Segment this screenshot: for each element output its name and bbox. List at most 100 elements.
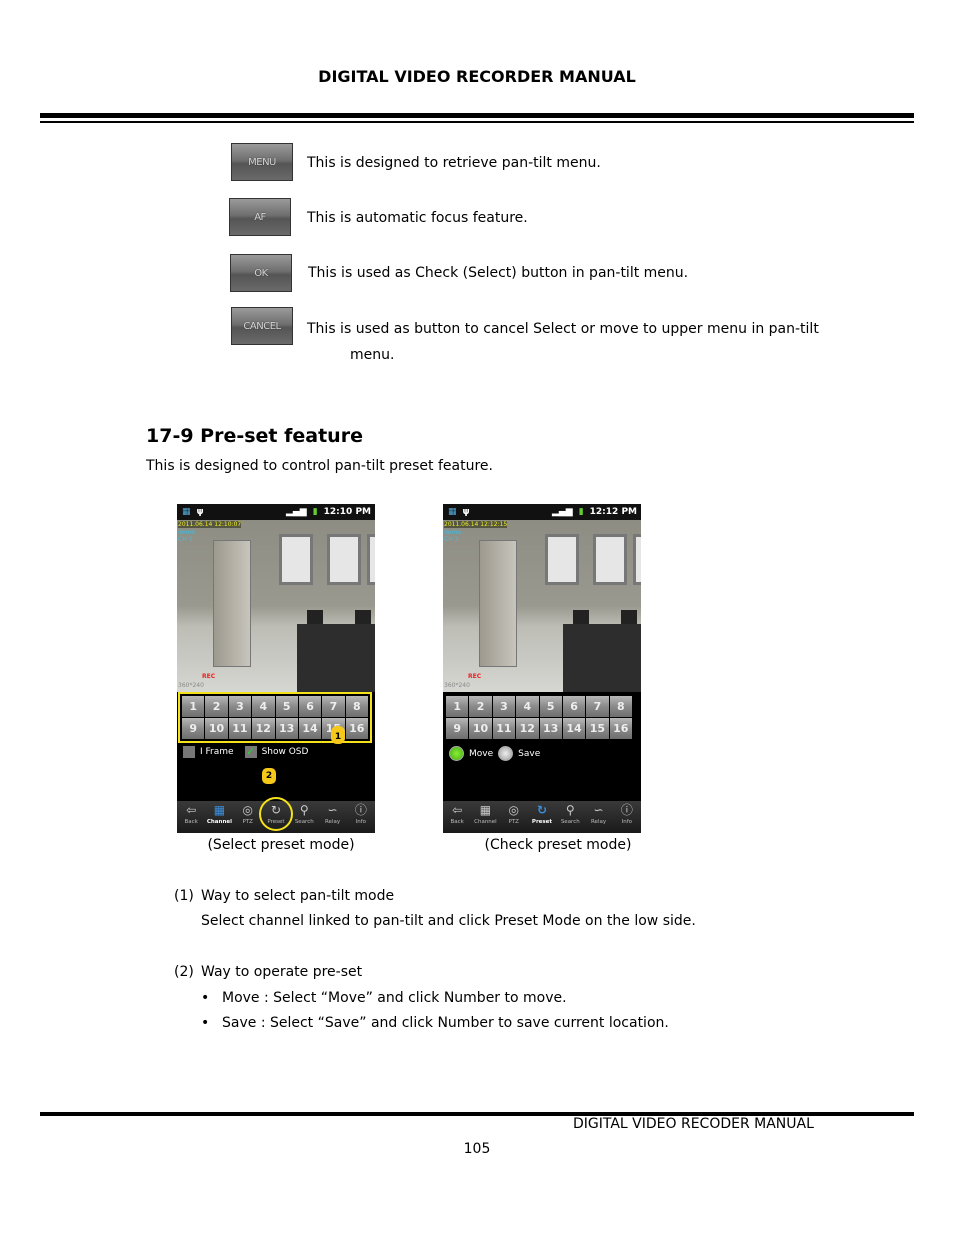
phone-screenshot-check-preset: ▦ ψ ▂▄▆ ▮ 12:12 PM 2011.06.14 12:12:15 demo … <box>443 504 641 833</box>
save-radio[interactable] <box>498 746 514 761</box>
preset-4[interactable]: 4 <box>516 696 539 717</box>
preset-14[interactable]: 14 <box>298 718 322 739</box>
preset-6[interactable]: 6 <box>298 696 322 717</box>
preset-2[interactable]: 2 <box>205 696 228 717</box>
bullet: • <box>201 1015 210 1031</box>
info-icon: ⓘ <box>354 803 367 817</box>
show-osd-label: Show OSD <box>261 747 309 757</box>
step-2-number: (2) <box>174 964 194 980</box>
grid-icon: ▦ <box>479 803 492 817</box>
preset-5[interactable]: 5 <box>539 696 562 717</box>
header-rule-thin <box>40 121 914 123</box>
preset-13[interactable]: 13 <box>275 718 298 739</box>
app-icon: ▦ <box>182 507 191 517</box>
relay-icon: ∽ <box>327 803 338 817</box>
status-bar: ▦ ψ ▂▄▆ ▮ 12:10 PM <box>177 504 375 520</box>
move-radio[interactable] <box>449 746 464 761</box>
back-arrow-icon: ⇦ <box>452 803 463 817</box>
preset-3[interactable]: 3 <box>492 696 516 717</box>
nav-relay[interactable]: ∽ Relay <box>584 801 612 833</box>
preset-15[interactable]: 15 <box>586 718 609 739</box>
manual-page: DIGITAL VIDEO RECORDER MANUAL MENU This … <box>0 0 954 1235</box>
preset-16[interactable]: 16 <box>345 718 368 739</box>
af-button-image: AF <box>229 198 291 236</box>
nav-ptz[interactable]: ◎ PTZ <box>500 801 528 833</box>
nav-ptz[interactable]: ◎ PTZ <box>234 801 262 833</box>
cancel-description-cont: menu. <box>350 347 395 363</box>
osd-channel: CH 3 <box>178 536 193 543</box>
preset-12[interactable]: 12 <box>252 718 275 739</box>
preset-3[interactable]: 3 <box>228 696 252 717</box>
preset-7[interactable]: 7 <box>586 696 609 717</box>
preset-7[interactable]: 7 <box>322 696 345 717</box>
nav-back[interactable]: ⇦ Back <box>177 801 205 833</box>
phone-screenshot-select-preset: ▦ ψ ▂▄▆ ▮ 12:10 PM 2011.06.14 12:10:07 demo … <box>177 504 375 833</box>
preset-10[interactable]: 10 <box>469 718 492 739</box>
search-icon: ⚲ <box>299 803 309 817</box>
preset-14[interactable]: 14 <box>562 718 586 739</box>
preset-10[interactable]: 10 <box>205 718 228 739</box>
nav-channel[interactable]: ▦ Channel <box>471 801 499 833</box>
bullet: • <box>201 990 210 1006</box>
bottom-nav: ⇦ Back ▦ Channel ◎ PTZ ↻ Preset ⚲ Search ∽ Rel… <box>177 797 375 833</box>
osd-site: demo <box>444 529 462 536</box>
footer-title: DIGITAL VIDEO RECODER MANUAL <box>573 1116 814 1132</box>
preset-16[interactable]: 16 <box>609 718 632 739</box>
options-row: I Frame ✓ Show OSD <box>183 746 308 758</box>
preset-11[interactable]: 11 <box>228 718 252 739</box>
nav-relay[interactable]: ∽ Relay <box>318 801 346 833</box>
step-2-bullet-save: Save : Select “Save” and click Number to… <box>222 1015 669 1031</box>
camera-view: 2011.06.14 12:12:15 demo CH 3 REC 360*24… <box>443 520 641 692</box>
clock: 12:10 PM <box>323 507 371 517</box>
step-2-bullet-move: Move : Select “Move” and click Number to… <box>222 990 567 1006</box>
nav-search[interactable]: ⚲ Search <box>290 801 318 833</box>
ptz-icon: ◎ <box>508 803 519 817</box>
rec-indicator: REC <box>468 673 482 680</box>
cancel-description: This is used as button to cancel Select … <box>307 321 819 337</box>
battery-icon: ▮ <box>312 507 318 517</box>
preset-2[interactable]: 2 <box>469 696 492 717</box>
rec-indicator: REC <box>202 673 216 680</box>
nav-search[interactable]: ⚲ Search <box>556 801 584 833</box>
preset-1[interactable]: 1 <box>446 696 469 717</box>
nav-preset[interactable]: ↻ Preset <box>528 801 556 833</box>
caption-select-preset: (Select preset mode) <box>207 837 355 853</box>
iframe-checkbox[interactable] <box>183 746 195 758</box>
back-arrow-icon: ⇦ <box>186 803 197 817</box>
clock: 12:12 PM <box>589 507 637 517</box>
bottom-nav: ⇦ Back ▦ Channel ◎ PTZ ↻ Preset ⚲ Search ∽ Rel… <box>443 801 641 833</box>
preset-4[interactable]: 4 <box>252 696 275 717</box>
osd-channel: CH 3 <box>444 536 459 543</box>
show-osd-checkbox[interactable]: ✓ <box>244 746 257 758</box>
preset-11[interactable]: 11 <box>492 718 516 739</box>
step-marker-icon: 2 <box>262 768 276 784</box>
ok-button-image: OK <box>230 254 292 292</box>
af-description: This is automatic focus feature. <box>307 210 528 226</box>
iframe-label: I Frame <box>200 747 234 757</box>
preset-8[interactable]: 8 <box>345 696 368 717</box>
page-number: 105 <box>463 1141 491 1157</box>
menu-button-image: MENU <box>231 143 293 181</box>
hand-pointer-icon: 1 <box>331 726 345 744</box>
preset-1[interactable]: 1 <box>182 696 205 717</box>
preset-13[interactable]: 13 <box>539 718 562 739</box>
preset-6[interactable]: 6 <box>562 696 586 717</box>
cancel-button-image: CANCEL <box>231 307 293 345</box>
preset-9[interactable]: 9 <box>182 718 205 739</box>
preset-9[interactable]: 9 <box>446 718 469 739</box>
nav-info[interactable]: ⓘ Info <box>347 801 375 833</box>
step-1-body: Select channel linked to pan-tilt and cl… <box>201 913 696 929</box>
preset-number-grid: 12345678 910111213141516 <box>444 694 634 741</box>
step-1-title: Way to select pan-tilt mode <box>201 888 395 904</box>
nav-channel[interactable]: ▦ Channel <box>205 801 233 833</box>
section-title: 17-9 Pre-set feature <box>146 425 363 447</box>
preset-8[interactable]: 8 <box>609 696 632 717</box>
preset-12[interactable]: 12 <box>516 718 539 739</box>
nav-preset[interactable]: ↻ Preset <box>258 797 293 833</box>
nav-back[interactable]: ⇦ Back <box>443 801 471 833</box>
preset-icon: ↻ <box>536 803 548 817</box>
preset-5[interactable]: 5 <box>275 696 298 717</box>
nav-info[interactable]: ⓘ Info <box>613 801 641 833</box>
signal-icon: ▂▄▆ <box>551 507 573 517</box>
usb-icon: ψ <box>196 507 204 517</box>
